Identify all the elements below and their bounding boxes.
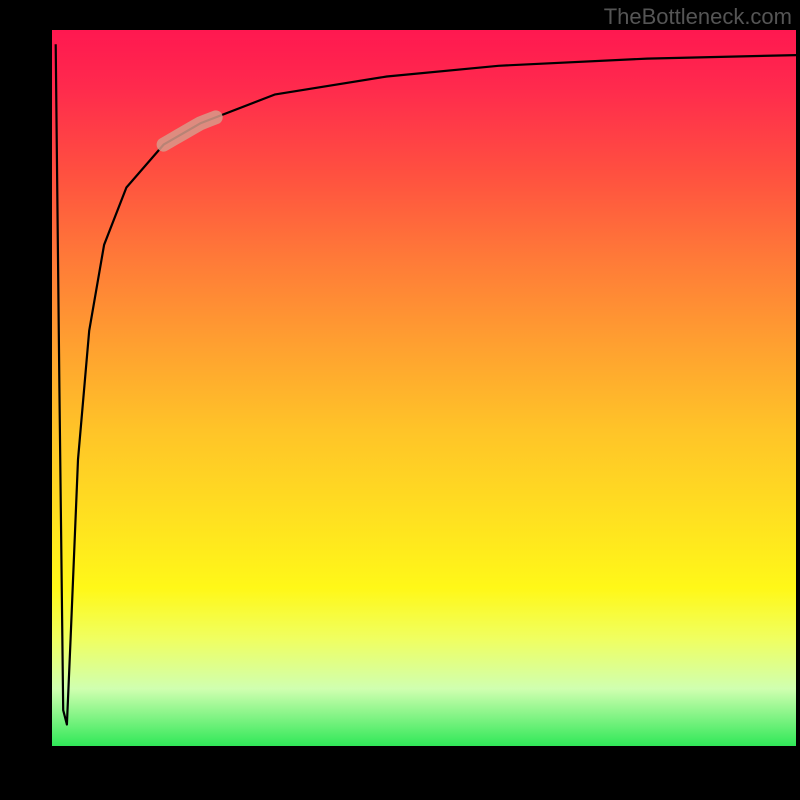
watermark-text: TheBottleneck.com — [604, 4, 792, 30]
chart-plot-area — [52, 30, 796, 746]
curve-highlight-segment — [164, 117, 216, 144]
chart-curve-svg — [52, 30, 796, 746]
